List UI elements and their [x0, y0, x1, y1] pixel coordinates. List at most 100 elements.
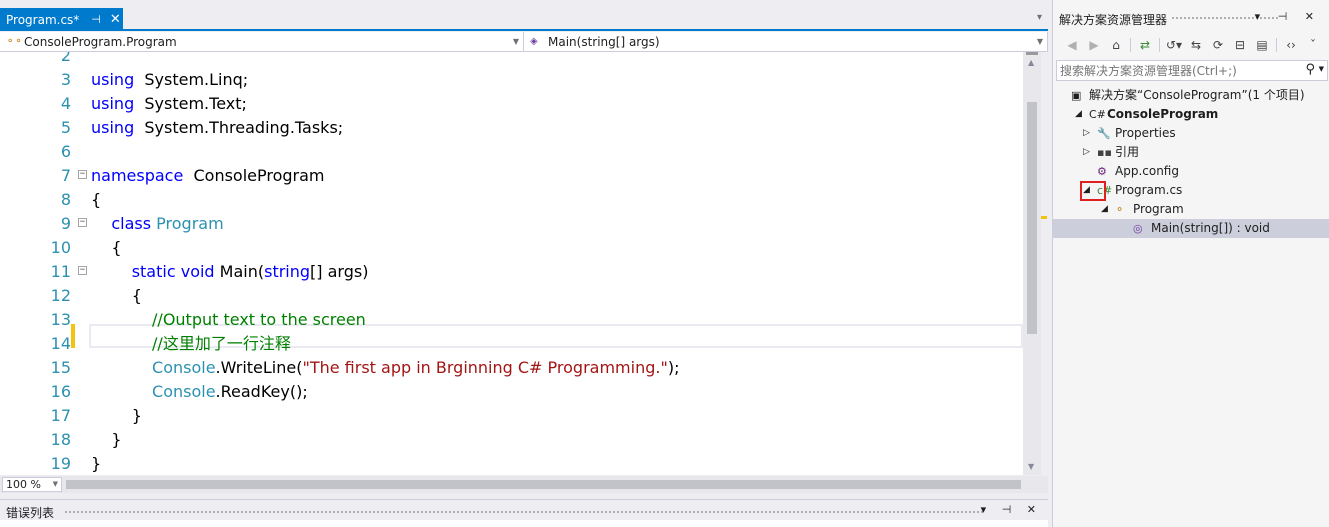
split-handle[interactable] — [1026, 52, 1038, 55]
panel-grip[interactable] — [64, 510, 984, 515]
code-line[interactable]: 17 } — [0, 404, 1023, 428]
code-line[interactable]: 8{ — [0, 188, 1023, 212]
code-token: } — [91, 430, 122, 449]
member-dropdown-value: Main(string[] args) — [548, 34, 660, 49]
history-icon[interactable]: ↺▾ — [1163, 36, 1185, 54]
collapse-icon[interactable]: − — [78, 170, 87, 179]
member-dropdown[interactable]: ◈ Main(string[] args) ▼ — [524, 32, 1048, 51]
search-input[interactable] — [1057, 61, 1297, 80]
code-editor[interactable]: 2 3 using System.Linq; 4 using System.Text; 5… — [0, 52, 1023, 475]
code-text: namespace ConsoleProgram — [91, 164, 325, 188]
home-icon[interactable]: ⌂ — [1105, 36, 1127, 54]
vertical-scrollbar[interactable]: ▲ ▼ — [1023, 52, 1041, 475]
scroll-up-icon[interactable]: ▲ — [1028, 58, 1034, 67]
code-line[interactable]: 4 using System.Text; — [0, 92, 1023, 116]
solution-search-box[interactable]: ⚲ ▼ — [1056, 60, 1328, 81]
line-number: 10 — [50, 238, 71, 257]
code-line[interactable]: 11− static void Main(string[] args) — [0, 260, 1023, 284]
refresh-icon[interactable]: ⟳ — [1207, 36, 1229, 54]
code-text: { — [91, 236, 122, 260]
tree-item[interactable]: ▷ ▪▪ 引用 — [1053, 143, 1329, 162]
code-line[interactable]: 2 — [0, 52, 1023, 68]
code-text: } — [91, 452, 101, 475]
tree-item[interactable]: ▷ 🔧 Properties — [1053, 124, 1329, 143]
back-icon[interactable]: ◀ — [1061, 36, 1083, 54]
chevron-down-icon[interactable]: ▼ — [1319, 65, 1324, 73]
pin-icon[interactable]: ⊣ — [91, 13, 101, 26]
line-number: 5 — [60, 118, 71, 137]
code-token: string — [264, 262, 311, 281]
code-line[interactable]: 16 Console.ReadKey(); — [0, 380, 1023, 404]
search-icon[interactable]: ⚲ — [1305, 62, 1315, 77]
zoom-dropdown[interactable]: 100 % ▼ — [2, 477, 62, 492]
type-dropdown-value: ConsoleProgram.Program — [24, 34, 177, 49]
code-line[interactable]: 6 — [0, 140, 1023, 164]
collapse-icon[interactable]: ◢ — [1101, 200, 1108, 219]
expand-icon[interactable]: ▷ — [1083, 143, 1090, 162]
code-line[interactable]: 15 Console.WriteLine("The first app in B… — [0, 356, 1023, 380]
code-text: { — [91, 188, 101, 212]
code-line[interactable]: 3 using System.Linq; — [0, 68, 1023, 92]
code-line[interactable]: 7− namespace ConsoleProgram — [0, 164, 1023, 188]
panel-controls[interactable]: ▾ ⊣ ✕ — [1255, 10, 1321, 23]
code-token: "The first app in Brginning C# Programmi… — [302, 358, 668, 377]
expand-icon[interactable]: ▷ — [1083, 124, 1090, 143]
code-line[interactable]: 18 } — [0, 428, 1023, 452]
node-icon: ◎ — [1133, 222, 1143, 235]
code-line[interactable]: 14 //这里加了一行注释 — [0, 332, 1023, 356]
code-line[interactable]: 9− class Program — [0, 212, 1023, 236]
caret-map-marker — [1041, 216, 1047, 219]
panel-controls[interactable]: ▾ ⊣ ✕ — [981, 503, 1042, 516]
code-text: using System.Text; — [91, 92, 247, 116]
error-list-panel: 错误列表 ▾ ⊣ ✕ — [0, 499, 1048, 527]
code-line[interactable]: 19} — [0, 452, 1023, 475]
show-all-files-icon[interactable]: ▤ — [1251, 36, 1273, 54]
tree-item-label: 引用 — [1115, 145, 1140, 159]
chevron-down-icon: ▼ — [52, 480, 58, 488]
tree-item[interactable]: ◢ ⚬ Program — [1053, 200, 1329, 219]
tree-item[interactable]: ◎ Main(string[]) : void — [1053, 219, 1329, 238]
code-token: System.Linq; — [134, 70, 249, 89]
horizontal-scrollbar[interactable]: 100 % ▼ — [0, 476, 1048, 493]
tab-overflow-icon[interactable]: ▾ — [1037, 12, 1042, 23]
line-number: 12 — [50, 286, 71, 305]
code-token: class — [111, 214, 152, 233]
horizontal-scroll-thumb[interactable] — [66, 480, 1021, 489]
node-icon: ▣ — [1071, 89, 1082, 102]
code-line[interactable]: 10 { — [0, 236, 1023, 260]
tree-item[interactable]: ▣ 解决方案“ConsoleProgram”(1 个项目) — [1053, 86, 1329, 105]
code-token: ); — [667, 358, 680, 377]
more-icon[interactable]: ˇ — [1302, 36, 1324, 54]
chevron-down-icon: ▼ — [512, 37, 519, 46]
collapse-icon[interactable]: − — [78, 218, 87, 227]
scroll-thumb[interactable] — [1027, 102, 1037, 334]
code-line[interactable]: 5 using System.Threading.Tasks; — [0, 116, 1023, 140]
node-icon: C# — [1089, 108, 1106, 121]
tree-item[interactable]: ⚙ App.config — [1053, 162, 1329, 181]
line-number: 6 — [60, 142, 71, 161]
code-text: class Program — [91, 212, 223, 236]
code-text: { — [91, 284, 142, 308]
tab-program-cs[interactable]: Program.cs* ⊣ ✕ — [0, 8, 123, 31]
code-token: { — [91, 238, 122, 257]
class-icon: ⚬⚬ — [6, 35, 23, 47]
scroll-down-icon[interactable]: ▼ — [1028, 462, 1034, 471]
code-token: using — [91, 70, 135, 89]
tree-item[interactable]: ◢ C# ConsoleProgram — [1053, 105, 1329, 124]
code-text: } — [91, 404, 142, 428]
tree-item-label: 解决方案“ConsoleProgram”(1 个项目) — [1089, 88, 1305, 102]
sync-icon[interactable]: ⇄ — [1134, 36, 1156, 54]
collapse-all-icon[interactable]: ⊟ — [1229, 36, 1251, 54]
collapse-icon[interactable]: − — [78, 266, 87, 275]
code-line[interactable]: 12 { — [0, 284, 1023, 308]
line-number: 4 — [60, 94, 71, 113]
code-line[interactable]: 13 //Output text to the screen — [0, 308, 1023, 332]
type-dropdown[interactable]: ⚬⚬ ConsoleProgram.Program ▼ — [0, 32, 524, 51]
code-view-icon[interactable]: ‹› — [1280, 36, 1302, 54]
switch-views-icon[interactable]: ⇆ — [1185, 36, 1207, 54]
close-icon[interactable]: ✕ — [110, 12, 121, 27]
collapse-icon[interactable]: ◢ — [1075, 105, 1082, 124]
editor-pane: Program.cs* ⊣ ✕ ▾ ⚬⚬ ConsoleProgram.Prog… — [0, 0, 1048, 527]
forward-icon[interactable]: ▶ — [1083, 36, 1105, 54]
